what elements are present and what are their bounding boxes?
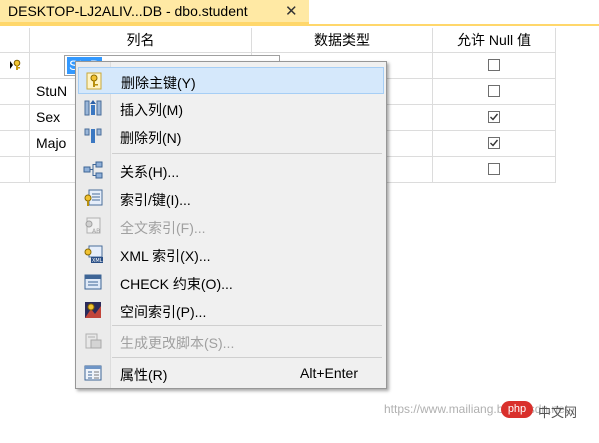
- allow-null-checkbox[interactable]: [488, 163, 500, 175]
- relationship-icon: [83, 161, 103, 179]
- menu-item-label: 索引/键(I)...: [120, 192, 191, 208]
- menu-item-label: 生成更改脚本(S)...: [120, 335, 235, 351]
- context-menu: 删除主键(Y) 插入列(M) 删除列(N) 关系(H)... 索引/键(I)..…: [75, 61, 387, 389]
- document-tab[interactable]: DESKTOP-LJ2ALIV...DB - dbo.student ✕: [0, 0, 309, 24]
- properties-icon: [84, 365, 102, 381]
- menu-separator: [112, 357, 382, 358]
- menu-item-properties[interactable]: 属性(R) Alt+Enter: [78, 360, 384, 387]
- fulltext-index-icon: AB: [85, 217, 101, 235]
- row-selector-header: [0, 28, 30, 53]
- svg-text:AB: AB: [92, 228, 100, 235]
- xml-index-icon: XML: [84, 245, 103, 263]
- allow-null-checkbox[interactable]: [488, 59, 500, 71]
- menu-item-remove-primary-key[interactable]: 删除主键(Y): [78, 67, 384, 94]
- allow-null-cell: [433, 53, 556, 79]
- menu-item-label: 插入列(M): [120, 102, 183, 118]
- menu-item-label: 删除列(N): [120, 130, 182, 146]
- check-constraint-icon: [84, 274, 102, 290]
- menu-item-label: 空间索引(P)...: [120, 304, 207, 320]
- menu-item-indexes-keys[interactable]: 索引/键(I)...: [78, 185, 384, 212]
- checkmark-icon: [490, 139, 499, 147]
- menu-separator: [112, 153, 382, 154]
- menu-item-label: 关系(H)...: [120, 164, 180, 180]
- menu-item-delete-column[interactable]: 删除列(N): [78, 123, 384, 150]
- allow-null-checkbox[interactable]: [488, 137, 500, 149]
- menu-item-spatial-indexes[interactable]: 空间索引(P)...: [78, 297, 384, 324]
- tab-underline: [0, 24, 599, 26]
- generate-script-icon: [85, 333, 102, 349]
- menu-item-generate-change-script[interactable]: 生成更改脚本(S)...: [78, 328, 384, 355]
- document-tab-strip: DESKTOP-LJ2ALIV...DB - dbo.student ✕: [0, 0, 599, 24]
- row-selector[interactable]: [0, 131, 30, 157]
- tab-title: DESKTOP-LJ2ALIV...DB - dbo.student: [8, 3, 248, 19]
- row-selector[interactable]: [0, 79, 30, 105]
- menu-item-insert-column[interactable]: 插入列(M): [78, 95, 384, 122]
- primary-key-icon: [10, 59, 21, 70]
- key-icon: [86, 72, 102, 90]
- menu-item-label: 删除主键(Y): [121, 75, 196, 91]
- column-header-datatype[interactable]: 数据类型: [252, 28, 433, 53]
- allow-null-cell: [433, 157, 556, 183]
- spatial-index-icon: [85, 302, 101, 318]
- column-header-name[interactable]: 列名: [30, 28, 252, 53]
- row-selector[interactable]: [0, 157, 30, 183]
- row-selector[interactable]: [0, 105, 30, 131]
- delete-column-icon: [84, 128, 102, 143]
- menu-separator: [112, 325, 382, 326]
- svg-text:XML: XML: [92, 258, 103, 263]
- allow-null-cell: [433, 79, 556, 105]
- row-selector[interactable]: [0, 53, 30, 79]
- menu-item-label: CHECK 约束(O)...: [120, 276, 233, 292]
- allow-null-checkbox[interactable]: [488, 85, 500, 97]
- allow-null-cell: [433, 105, 556, 131]
- menu-item-relationships[interactable]: 关系(H)...: [78, 157, 384, 184]
- close-icon[interactable]: ✕: [285, 2, 298, 20]
- watermark-logo: php: [501, 401, 533, 418]
- watermark-site-name: 中文网: [538, 405, 578, 420]
- index-key-icon: [84, 189, 103, 206]
- menu-item-xml-index[interactable]: XML XML 索引(X)...: [78, 241, 384, 268]
- allow-null-cell: [433, 131, 556, 157]
- menu-item-label: 全文索引(F)...: [120, 220, 206, 236]
- menu-item-label: 属性(R): [120, 367, 168, 383]
- menu-item-label: XML 索引(X)...: [120, 248, 211, 264]
- menu-item-check-constraints[interactable]: CHECK 约束(O)...: [78, 269, 384, 296]
- allow-null-checkbox[interactable]: [488, 111, 500, 123]
- insert-column-icon: [84, 100, 102, 116]
- menu-item-shortcut: Alt+Enter: [300, 365, 358, 381]
- column-header-allow-null[interactable]: 允许 Null 值: [433, 28, 556, 53]
- checkmark-icon: [490, 113, 499, 121]
- menu-item-fulltext-index[interactable]: AB 全文索引(F)...: [78, 213, 384, 240]
